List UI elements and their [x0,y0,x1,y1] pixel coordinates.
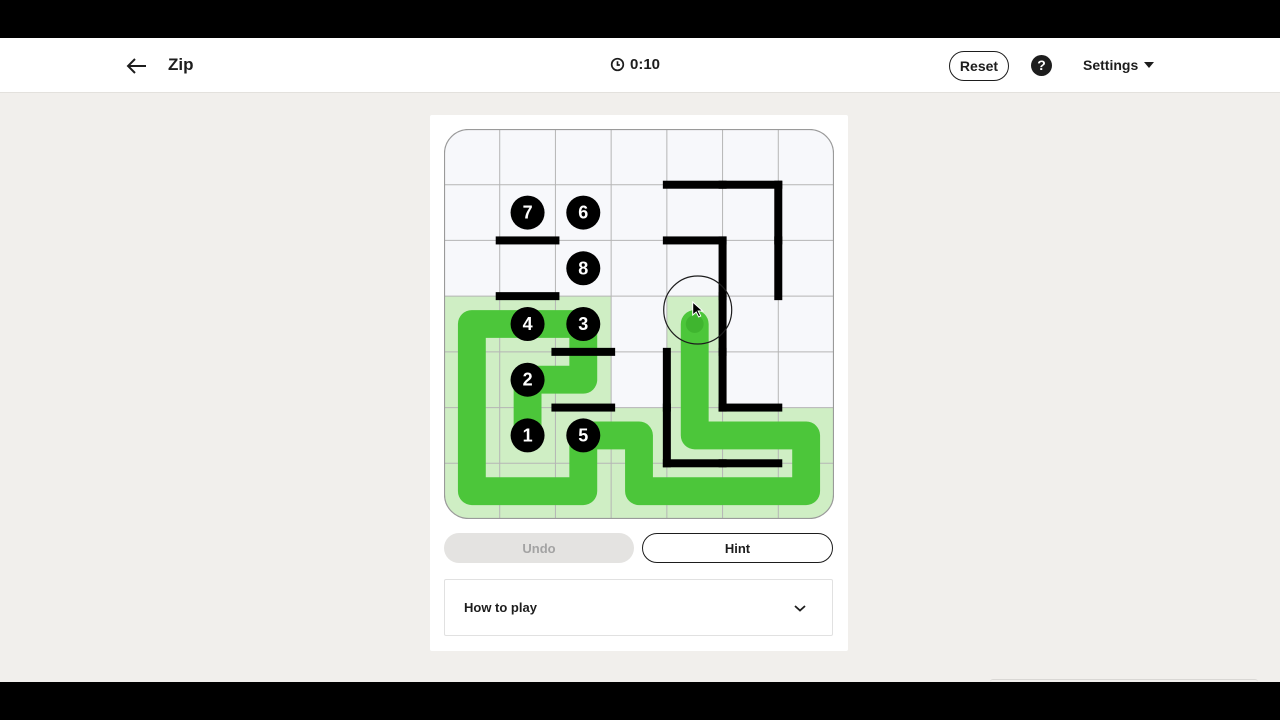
question-mark-icon[interactable]: ? [1031,55,1052,76]
checkpoint-1: 1 [510,418,545,453]
checkpoint-label: 3 [578,314,588,334]
board-svg[interactable]: 1 2 3 4 5 6 7 8 [444,129,834,519]
checkpoint-2: 2 [510,362,545,397]
checkpoint-label: 8 [578,258,588,278]
checkpoint-label: 5 [578,425,588,445]
checkpoint-5: 5 [566,418,601,453]
chevron-down-icon [794,605,806,612]
app-title: Zip [168,55,194,74]
how-to-play-label: How to play [464,600,537,615]
caret-down-icon [1144,62,1155,68]
undo-button[interactable]: Undo [444,533,634,563]
wall-segment [718,459,783,468]
wall-segment [495,292,560,301]
wall-segment [718,347,727,412]
checkpoint-3: 3 [566,307,601,341]
game-page: Zip 0:10 Reset ? Settings 1 2 3 4 5 6 7 8 Undo … [0,38,1280,682]
bottom-panel-edge [990,679,1258,682]
checkpoint-label: 4 [523,314,533,334]
wall-segment [718,180,783,189]
game-board[interactable]: 1 2 3 4 5 6 7 8 [444,129,834,519]
checkpoint-8: 8 [566,251,601,286]
how-to-play-accordion[interactable]: How to play [444,579,833,636]
wall-segment [718,292,727,356]
settings-menu[interactable]: Settings [1083,57,1155,73]
board-layer: 1 2 3 4 5 6 7 8 [444,129,834,519]
checkpoint-7: 7 [510,195,545,230]
wall-segment [662,459,727,468]
wall-segment [662,347,671,412]
wall-segment [551,403,616,412]
settings-label: Settings [1083,57,1139,73]
wall-segment [662,403,671,468]
top-bar: Zip 0:10 Reset ? Settings [0,38,1280,93]
arrow-left-icon[interactable] [124,53,150,79]
checkpoint-6: 6 [566,195,601,230]
path-head [685,315,704,333]
wall-segment [495,236,560,245]
game-card: 1 2 3 4 5 6 7 8 Undo Hint How to play [430,115,848,651]
control-buttons: Undo Hint [444,533,834,563]
checkpoint-label: 6 [578,203,588,223]
wall-segment [551,347,616,356]
checkpoint-label: 7 [523,203,533,223]
checkpoint-label: 2 [523,370,533,390]
wall-segment [662,236,727,245]
reset-button[interactable]: Reset [949,51,1009,81]
wall-segment [774,236,783,301]
clock-icon [610,57,625,72]
timer: 0:10 [610,56,660,73]
timer-value: 0:10 [630,56,661,73]
checkpoint-4: 4 [510,307,545,341]
hint-button[interactable]: Hint [642,533,833,563]
wall-segment [774,180,783,245]
checkpoint-label: 1 [523,425,533,445]
wall-segment [718,403,783,412]
wall-segment [662,180,727,189]
